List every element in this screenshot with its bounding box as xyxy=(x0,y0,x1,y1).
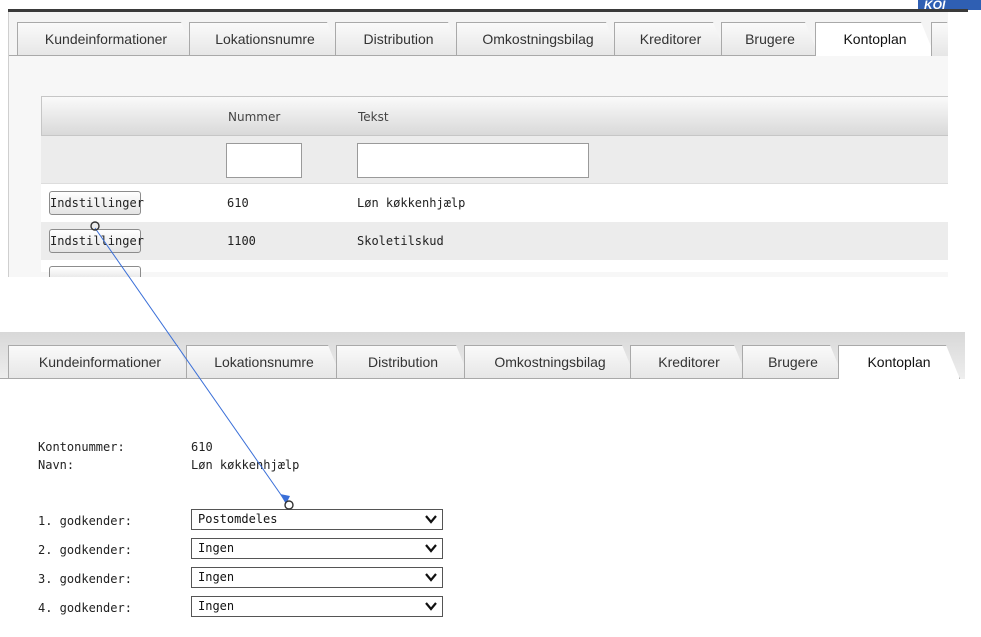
account-list-panel: Kundeinformationer Lokationsnumre Distri… xyxy=(8,12,948,277)
account-text-cell: Løn køkkenhjælp xyxy=(357,196,466,210)
account-number-value: 610 xyxy=(191,440,213,454)
column-header-number[interactable]: Nummer xyxy=(228,110,280,124)
tab-kundeinformationer[interactable]: Kundeinformationer xyxy=(8,345,192,379)
tab-baseline xyxy=(0,378,838,379)
table-row: Indstillinger 1100 Skoletilskud xyxy=(41,222,948,260)
tab-brugere[interactable]: Brugere xyxy=(742,345,844,379)
approver-4-label: 4. godkender: xyxy=(38,601,132,615)
tab-brugere[interactable]: Brugere xyxy=(721,22,819,56)
account-name-value: Løn køkkenhjælp xyxy=(191,458,300,472)
settings-button[interactable]: Indstillinger xyxy=(49,229,144,253)
approver-3-select[interactable]: Ingen xyxy=(191,567,443,588)
settings-button-partial[interactable] xyxy=(49,266,141,277)
chevron-down-icon xyxy=(425,602,437,611)
column-header-text[interactable]: Tekst xyxy=(358,110,389,124)
tab-kreditorer[interactable]: Kreditorer xyxy=(630,345,748,379)
tab-distribution[interactable]: Distribution xyxy=(335,22,462,56)
tab-bar: Kundeinformationer Lokationsnumre Distri… xyxy=(0,335,965,379)
approver-2-label: 2. godkender: xyxy=(38,543,132,557)
tab-distribution[interactable]: Distribution xyxy=(336,345,470,379)
account-number-cell: 1100 xyxy=(227,234,256,248)
approver-2-select[interactable]: Ingen xyxy=(191,538,443,559)
account-name-label: Navn: xyxy=(38,458,75,472)
table-row xyxy=(41,260,948,277)
account-grid: Nummer Tekst Indstillinger 610 Løn køkke… xyxy=(41,96,948,277)
tab-lokationsnumre[interactable]: Lokationsnumre xyxy=(186,345,342,379)
grid-header: Nummer Tekst xyxy=(41,96,948,136)
account-number-cell: 610 xyxy=(227,196,249,210)
tab-omkostningsbilag[interactable]: Omkostningsbilag xyxy=(456,22,620,56)
number-filter-input[interactable] xyxy=(226,143,302,178)
account-detail-panel: Kundeinformationer Lokationsnumre Distri… xyxy=(0,332,965,637)
account-text-cell: Skoletilskud xyxy=(357,234,444,248)
approver-1-label: 1. godkender: xyxy=(38,514,132,528)
approver-1-select[interactable]: Postomdeles xyxy=(191,509,443,530)
filter-row xyxy=(41,136,948,184)
tab-more[interactable] xyxy=(931,22,948,56)
chevron-down-icon xyxy=(425,573,437,582)
chevron-down-icon xyxy=(425,515,437,524)
settings-button[interactable]: Indstillinger xyxy=(49,191,144,215)
approver-3-label: 3. godkender: xyxy=(38,572,132,586)
tab-kontoplan[interactable]: Kontoplan xyxy=(815,22,935,56)
approver-4-select[interactable]: Ingen xyxy=(191,596,443,617)
tab-lokationsnumre[interactable]: Lokationsnumre xyxy=(189,22,341,56)
tab-omkostningsbilag[interactable]: Omkostningsbilag xyxy=(464,345,636,379)
tab-kundeinformationer[interactable]: Kundeinformationer xyxy=(17,22,195,56)
tab-kontoplan[interactable]: Kontoplan xyxy=(838,345,960,379)
text-filter-input[interactable] xyxy=(357,143,589,178)
table-row: Indstillinger 610 Løn køkkenhjælp xyxy=(41,184,948,222)
tab-kreditorer[interactable]: Kreditorer xyxy=(614,22,727,56)
chevron-down-icon xyxy=(425,544,437,553)
tab-bar: Kundeinformationer Lokationsnumre Distri… xyxy=(9,12,948,56)
account-number-label: Kontonummer: xyxy=(38,440,125,454)
